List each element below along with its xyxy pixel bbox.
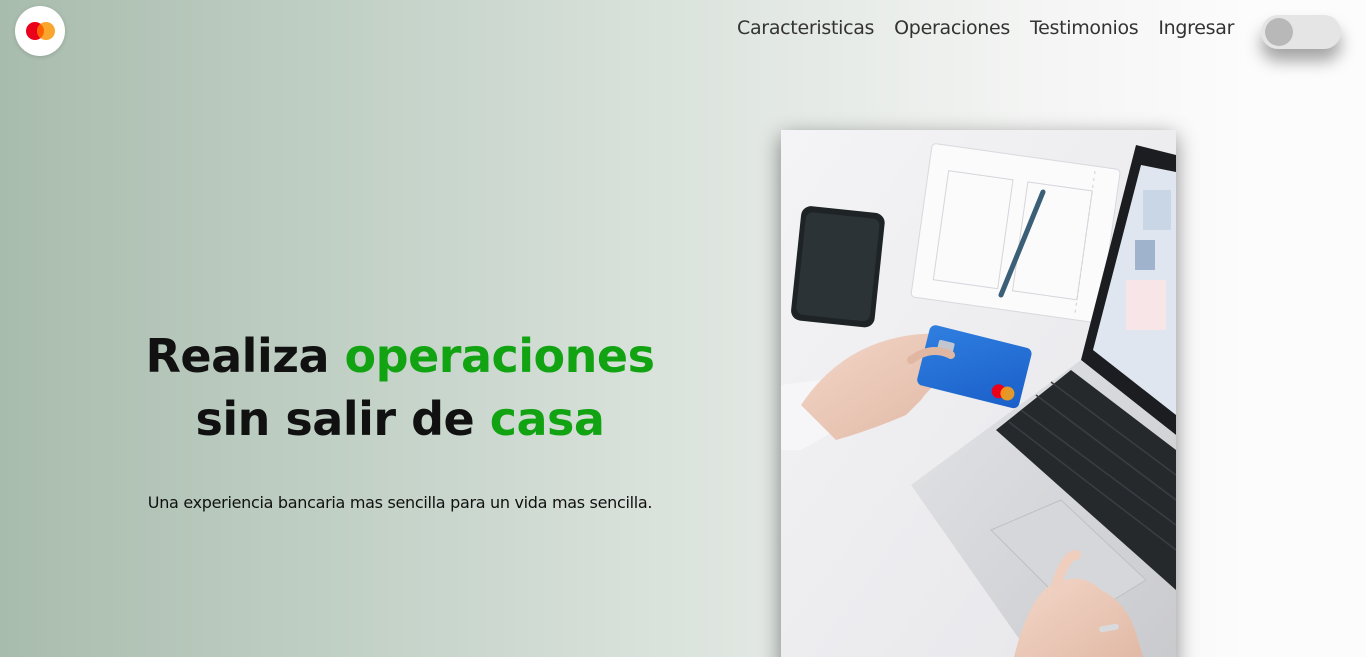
hero-title-highlight-operaciones: operaciones bbox=[344, 329, 655, 383]
nav-link-testimonios[interactable]: Testimonios bbox=[1030, 17, 1139, 39]
hero-section: Realiza operaciones sin salir de casa Un… bbox=[110, 325, 690, 512]
hero-title-highlight-casa: casa bbox=[489, 392, 605, 446]
nav-link-operaciones[interactable]: Operaciones bbox=[894, 17, 1010, 39]
hero-title-part2: sin salir de bbox=[195, 392, 490, 446]
hero-title-part1: Realiza bbox=[145, 329, 345, 383]
logo-button[interactable] bbox=[15, 6, 65, 56]
toggle-knob bbox=[1265, 18, 1293, 46]
main-nav: Caracteristicas Operaciones Testimonios … bbox=[737, 17, 1234, 39]
hero-subtitle: Una experiencia bancaria mas sencilla pa… bbox=[147, 493, 653, 512]
hero-title: Realiza operaciones sin salir de casa bbox=[110, 325, 690, 451]
mastercard-logo-icon bbox=[26, 22, 55, 40]
nav-link-ingresar[interactable]: Ingresar bbox=[1158, 17, 1234, 39]
hero-image bbox=[781, 130, 1176, 657]
hand-holding-credit-card-over-laptop-image bbox=[781, 130, 1176, 657]
nav-link-caracteristicas[interactable]: Caracteristicas bbox=[737, 17, 874, 39]
theme-toggle[interactable] bbox=[1261, 15, 1341, 49]
